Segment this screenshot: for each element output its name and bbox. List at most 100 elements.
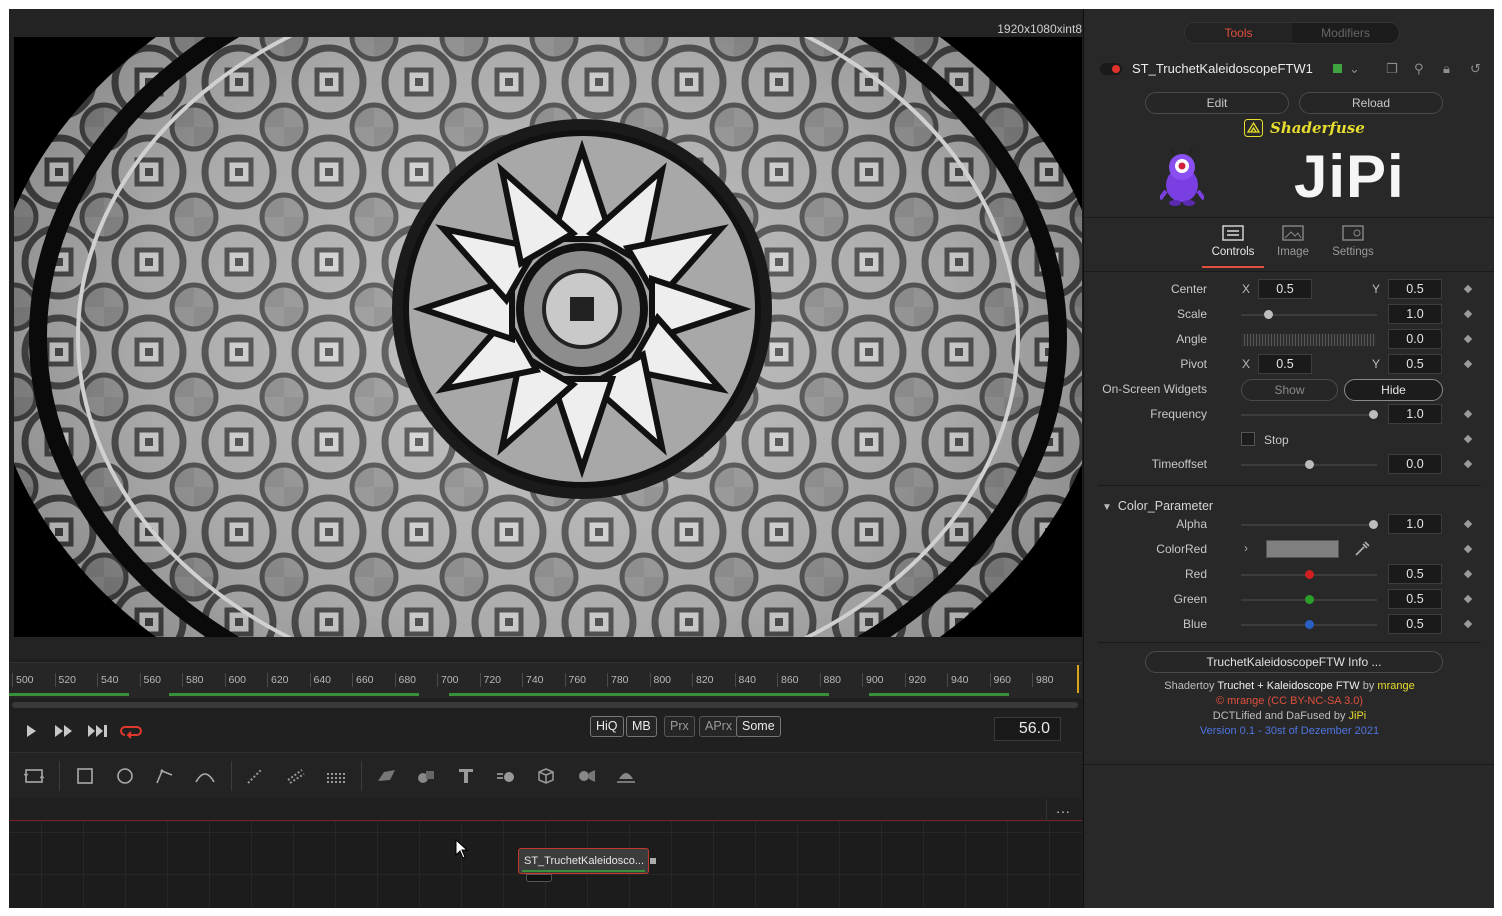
playhead[interactable] (1077, 665, 1079, 693)
author-link[interactable]: mrange (1377, 680, 1414, 692)
angle-thumbwheel[interactable] (1241, 333, 1377, 347)
red-field[interactable]: 0.5 (1388, 564, 1442, 584)
alpha-field[interactable]: 1.0 (1388, 514, 1442, 534)
chevron-right-icon[interactable]: › (1244, 541, 1248, 555)
node-editor[interactable]: ST_TruchetKaleidosco... (9, 822, 1082, 908)
timeoffset-field[interactable]: 0.0 (1388, 454, 1442, 474)
reset-icon[interactable]: ↺ (1470, 61, 1481, 77)
eyedropper-icon[interactable] (1354, 541, 1370, 557)
keyframe-icon[interactable] (1463, 334, 1473, 344)
center-x-field[interactable]: 0.5 (1258, 279, 1312, 299)
keyframe-icon[interactable] (1463, 434, 1473, 444)
lock-icon[interactable]: 🔒︎ (1443, 61, 1450, 77)
scale-slider[interactable] (1241, 310, 1377, 319)
slider-knob[interactable] (1305, 620, 1314, 629)
text-3d-icon[interactable] (453, 765, 479, 787)
blue-slider[interactable] (1241, 620, 1377, 629)
reload-button[interactable]: Reload (1299, 92, 1443, 114)
colorred-swatch[interactable] (1266, 540, 1339, 558)
slider-knob[interactable] (1305, 595, 1314, 604)
jipi-link[interactable]: JiPi (1349, 710, 1367, 722)
time-ruler[interactable]: 500 520 540 560 580 600 620 640 660 680 700 720 740 7… (9, 662, 1082, 698)
polygon-mask-icon[interactable] (152, 765, 178, 787)
ellipse-mask-icon[interactable] (112, 765, 138, 787)
pivot-y-field[interactable]: 0.5 (1388, 354, 1442, 374)
pivot-x-label: X (1242, 357, 1251, 371)
keyframe-icon[interactable] (1463, 309, 1473, 319)
loop-icon[interactable] (119, 721, 143, 741)
slider-knob[interactable] (1305, 570, 1314, 579)
frequency-slider[interactable] (1241, 410, 1378, 419)
angle-field[interactable]: 0.0 (1388, 329, 1442, 349)
quality-button-prx[interactable]: Prx (664, 716, 695, 737)
shader-node[interactable]: ST_TruchetKaleidosco... (518, 848, 649, 874)
particle-merge-icon[interactable] (323, 765, 349, 787)
tab-tools[interactable]: Tools (1185, 23, 1292, 43)
keyframe-icon[interactable] (1463, 544, 1473, 554)
renderer-3d-icon[interactable] (533, 765, 559, 787)
keyframe-icon[interactable] (1463, 459, 1473, 469)
stop-checkbox[interactable] (1241, 432, 1255, 446)
camera-3d-icon[interactable] (573, 765, 599, 787)
keyframe-icon[interactable] (1463, 409, 1473, 419)
timeoffset-slider[interactable] (1241, 460, 1377, 469)
quality-button-hiq[interactable]: HiQ (590, 716, 624, 737)
green-field[interactable]: 0.5 (1388, 589, 1442, 609)
pin-icon[interactable]: ⚲ (1414, 61, 1424, 77)
scale-field[interactable]: 1.0 (1388, 304, 1442, 324)
node-editor-menu-button[interactable]: ... (1046, 799, 1080, 821)
bspline-mask-icon[interactable] (192, 765, 218, 787)
rendered-image[interactable] (14, 37, 1082, 637)
blue-field[interactable]: 0.5 (1388, 614, 1442, 634)
red-slider[interactable] (1241, 570, 1377, 579)
slider-knob[interactable] (1368, 520, 1378, 529)
panel-tab-controls[interactable]: Controls (1203, 225, 1263, 258)
viewer[interactable]: 1920x1080xint8 (9, 9, 1082, 659)
play-icon[interactable] (21, 721, 41, 741)
particle-render-icon[interactable] (283, 765, 309, 787)
rectangle-mask-icon[interactable] (72, 765, 98, 787)
background-icon[interactable] (21, 765, 47, 787)
pivot-x-field[interactable]: 0.5 (1258, 354, 1312, 374)
fast-forward-icon[interactable] (52, 721, 76, 741)
current-frame-field[interactable]: 56.0 (994, 717, 1061, 741)
go-to-end-icon[interactable] (86, 721, 110, 741)
merge-3d-icon[interactable] (493, 765, 519, 787)
slider-knob[interactable] (1305, 460, 1314, 469)
color-parameter-section-header[interactable]: ▼ Color_Parameter (1102, 499, 1213, 513)
node-output-port[interactable] (650, 858, 656, 864)
tool-enable-toggle[interactable] (1100, 63, 1122, 75)
keyframe-icon[interactable] (1463, 594, 1473, 604)
keyframe-icon[interactable] (1463, 569, 1473, 579)
frequency-field[interactable]: 1.0 (1388, 404, 1442, 424)
keyframe-icon[interactable] (1463, 619, 1473, 629)
panel-tab-settings[interactable]: Settings (1323, 225, 1383, 258)
tool-color-swatch[interactable] (1333, 64, 1342, 73)
info-button[interactable]: TruchetKaleidoscopeFTW Info ... (1145, 651, 1443, 673)
panel-tab-image[interactable]: Image (1263, 225, 1323, 258)
keyframe-icon[interactable] (1463, 519, 1473, 529)
node-input-port[interactable] (526, 874, 552, 882)
show-widgets-button[interactable]: Show (1241, 379, 1338, 401)
quality-button-some[interactable]: Some (736, 716, 781, 737)
version-icon[interactable]: ❐ (1386, 61, 1398, 77)
spotlight-3d-icon[interactable] (613, 765, 639, 787)
center-y-field[interactable]: 0.5 (1388, 279, 1442, 299)
shape-3d-icon[interactable] (413, 765, 439, 787)
timeline-scrollbar[interactable] (12, 702, 1078, 708)
tab-modifiers[interactable]: Modifiers (1292, 23, 1399, 43)
chevron-down-icon[interactable]: ⌄ (1349, 61, 1360, 77)
quality-button-aprx[interactable]: APrx (699, 716, 739, 737)
alpha-slider[interactable] (1241, 520, 1378, 529)
edit-button[interactable]: Edit (1145, 92, 1289, 114)
hide-widgets-button[interactable]: Hide (1344, 379, 1443, 401)
slider-knob[interactable] (1368, 410, 1378, 419)
keyframe-icon[interactable] (1463, 359, 1473, 369)
keyframe-icon[interactable] (1463, 284, 1473, 294)
particle-emitter-icon[interactable] (243, 765, 269, 787)
quality-button-mb[interactable]: MB (626, 716, 657, 737)
green-slider[interactable] (1241, 595, 1377, 604)
image-plane-3d-icon[interactable] (373, 765, 399, 787)
slider-knob[interactable] (1264, 310, 1274, 319)
shader-title-link[interactable]: Truchet + Kaleidoscope FTW (1217, 680, 1359, 692)
